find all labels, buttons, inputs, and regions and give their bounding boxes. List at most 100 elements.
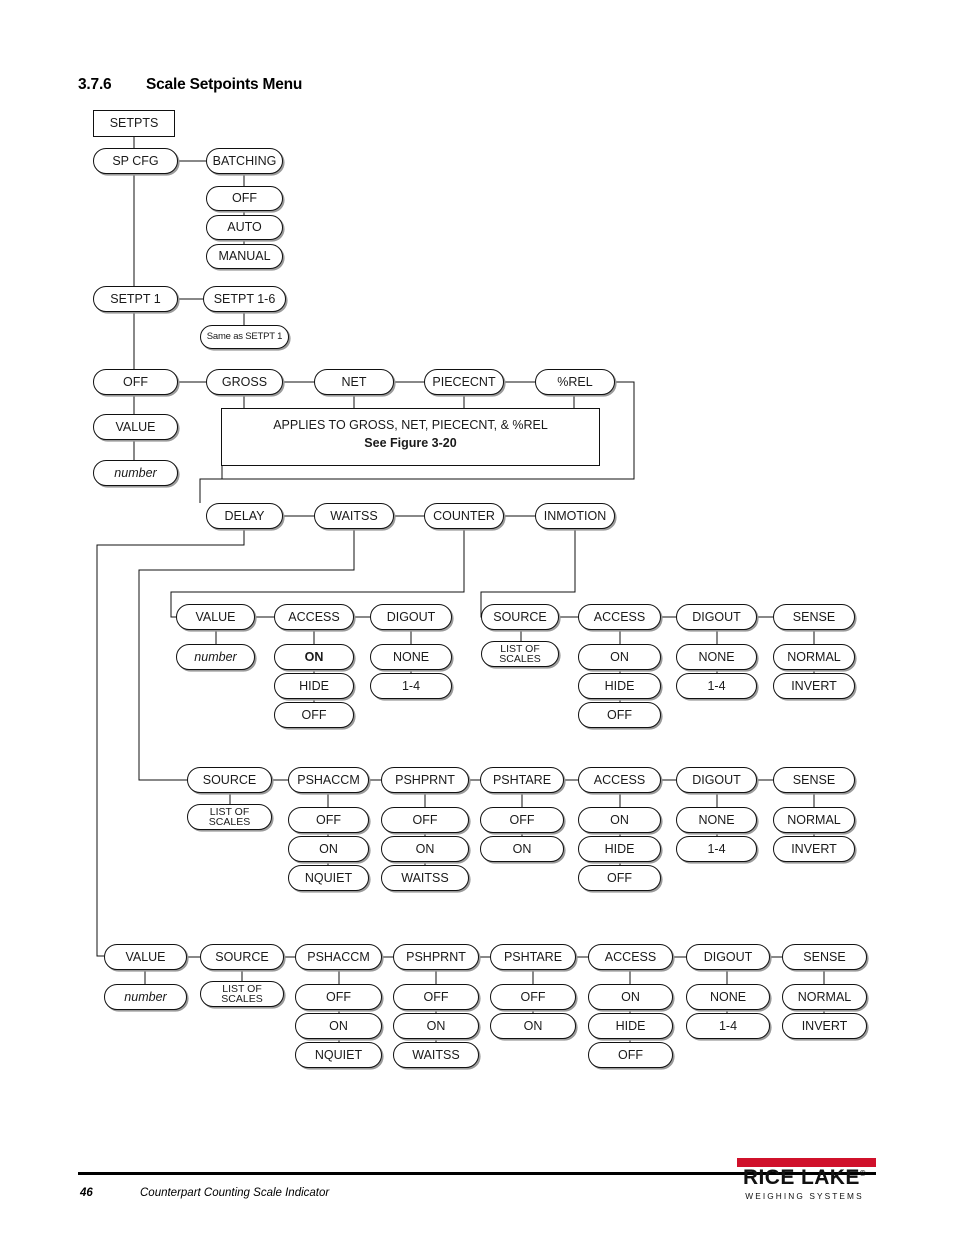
node-g4-pshprnt-off[interactable]: OFF xyxy=(393,984,479,1010)
node-g3-sense[interactable]: SENSE xyxy=(773,767,855,793)
page-canvas: 3.7.6 Scale Setpoints Menu SETPTS SP CFG… xyxy=(0,0,954,1235)
node-g4-pshaccm[interactable]: PSHACCM xyxy=(295,944,382,970)
node-delay[interactable]: DELAY xyxy=(206,503,283,529)
node-g4-pshaccm-on[interactable]: ON xyxy=(295,1013,382,1039)
node-g2-source[interactable]: SOURCE xyxy=(481,604,559,630)
node-g3-sense-normal[interactable]: NORMAL xyxy=(773,807,855,833)
node-g1-access[interactable]: ACCESS xyxy=(274,604,354,630)
node-g2-digout-none[interactable]: NONE xyxy=(676,644,757,670)
node-g4-pshprnt-on[interactable]: ON xyxy=(393,1013,479,1039)
node-g4-pshprnt-waitss[interactable]: WAITSS xyxy=(393,1042,479,1068)
node-g3-pshaccm-on[interactable]: ON xyxy=(288,836,369,862)
node-gross[interactable]: GROSS xyxy=(206,369,283,395)
node-g1-access-hide[interactable]: HIDE xyxy=(274,673,354,699)
node-g4-list-line-2: SCALES xyxy=(221,993,263,1005)
node-sp-cfg[interactable]: SP CFG xyxy=(93,148,178,174)
footer-document-title: Counterpart Counting Scale Indicator xyxy=(140,1187,330,1199)
applies-to-note: APPLIES TO GROSS, NET, PIECECNT, & %REL … xyxy=(221,408,600,466)
node-g4-pshaccm-off[interactable]: OFF xyxy=(295,984,382,1010)
node-g2-access-on[interactable]: ON xyxy=(578,644,661,670)
node-g3-pshtare-off[interactable]: OFF xyxy=(480,807,564,833)
node-setpt-1-6[interactable]: SETPT 1-6 xyxy=(203,286,286,312)
logo-registered-icon: ® xyxy=(859,1169,867,1178)
node-counter[interactable]: COUNTER xyxy=(424,503,504,529)
node-g4-sense-invert[interactable]: INVERT xyxy=(782,1013,867,1039)
node-g3-pshtare-on[interactable]: ON xyxy=(480,836,564,862)
node-g2-access-hide[interactable]: HIDE xyxy=(578,673,661,699)
node-g2-sense-invert[interactable]: INVERT xyxy=(773,673,855,699)
node-g4-pshprnt[interactable]: PSHPRNT xyxy=(393,944,479,970)
node-g3-access[interactable]: ACCESS xyxy=(578,767,661,793)
node-setpt-1[interactable]: SETPT 1 xyxy=(93,286,178,312)
node-g3-pshaccm[interactable]: PSHACCM xyxy=(288,767,369,793)
node-g1-access-on[interactable]: ON xyxy=(274,644,354,670)
node-g4-access-off[interactable]: OFF xyxy=(588,1042,673,1068)
node-g1-digout-none[interactable]: NONE xyxy=(370,644,452,670)
node-g4-digout-1-4[interactable]: 1-4 xyxy=(686,1013,770,1039)
node-g1-digout[interactable]: DIGOUT xyxy=(370,604,452,630)
node-g2-digout[interactable]: DIGOUT xyxy=(676,604,757,630)
node-g3-pshprnt[interactable]: PSHPRNT xyxy=(381,767,469,793)
node-inmotion[interactable]: INMOTION xyxy=(535,503,615,529)
node-batching-off[interactable]: OFF xyxy=(206,186,283,211)
node-g3-list-line-2: SCALES xyxy=(208,816,251,828)
node-g2-access[interactable]: ACCESS xyxy=(578,604,661,630)
node-off[interactable]: OFF xyxy=(93,369,178,395)
node-g4-pshtare-off[interactable]: OFF xyxy=(490,984,576,1010)
node-g2-sense[interactable]: SENSE xyxy=(773,604,855,630)
note-line-2: See Figure 3-20 xyxy=(364,436,457,450)
node-g4-digout-none[interactable]: NONE xyxy=(686,984,770,1010)
node-g2-digout-1-4[interactable]: 1-4 xyxy=(676,673,757,699)
node-waitss[interactable]: WAITSS xyxy=(314,503,394,529)
node-g4-pshaccm-nquiet[interactable]: NQUIET xyxy=(295,1042,382,1068)
node-number: number xyxy=(93,460,178,486)
node-g4-source[interactable]: SOURCE xyxy=(200,944,284,970)
node-g4-digout[interactable]: DIGOUT xyxy=(686,944,770,970)
node-batching-auto[interactable]: AUTO xyxy=(206,215,283,240)
node-g4-access-hide[interactable]: HIDE xyxy=(588,1013,673,1039)
node-g4-sense[interactable]: SENSE xyxy=(782,944,867,970)
node-g3-list-of-scales: LIST OF SCALES xyxy=(187,804,272,830)
node-g3-pshprnt-waitss[interactable]: WAITSS xyxy=(381,865,469,891)
node-g3-digout[interactable]: DIGOUT xyxy=(676,767,757,793)
node-g4-number: number xyxy=(104,984,187,1010)
logo-wordmark-text: RICE LAKE xyxy=(742,1166,860,1189)
node-g2-sense-normal[interactable]: NORMAL xyxy=(773,644,855,670)
node-value[interactable]: VALUE xyxy=(93,414,178,440)
node-g3-pshaccm-nquiet[interactable]: NQUIET xyxy=(288,865,369,891)
node-g3-pshtare[interactable]: PSHTARE xyxy=(480,767,564,793)
node-g1-value[interactable]: VALUE xyxy=(176,604,255,630)
logo-tagline: WEIGHING SYSTEMS xyxy=(745,1191,864,1201)
node-g3-pshprnt-off[interactable]: OFF xyxy=(381,807,469,833)
node-g4-sense-normal[interactable]: NORMAL xyxy=(782,984,867,1010)
footer-page-number: 46 xyxy=(80,1187,93,1199)
node-pct-rel[interactable]: %REL xyxy=(535,369,615,395)
node-g3-source[interactable]: SOURCE xyxy=(187,767,272,793)
node-g2-access-off[interactable]: OFF xyxy=(578,702,661,728)
logo-wordmark: RICE LAKE® xyxy=(733,1167,876,1188)
node-piececnt[interactable]: PIECECNT xyxy=(424,369,504,395)
node-same-as-setpt-1: Same as SETPT 1 xyxy=(200,325,289,349)
node-g3-sense-invert[interactable]: INVERT xyxy=(773,836,855,862)
node-g3-digout-1-4[interactable]: 1-4 xyxy=(676,836,757,862)
node-g3-access-hide[interactable]: HIDE xyxy=(578,836,661,862)
node-g4-pshtare-on[interactable]: ON xyxy=(490,1013,576,1039)
node-g4-access-on[interactable]: ON xyxy=(588,984,673,1010)
node-g4-access[interactable]: ACCESS xyxy=(588,944,673,970)
node-g3-pshprnt-on[interactable]: ON xyxy=(381,836,469,862)
node-g1-access-off[interactable]: OFF xyxy=(274,702,354,728)
node-g4-list-of-scales: LIST OF SCALES xyxy=(200,981,284,1007)
node-g4-pshtare[interactable]: PSHTARE xyxy=(490,944,576,970)
node-g3-access-off[interactable]: OFF xyxy=(578,865,661,891)
node-g3-access-on[interactable]: ON xyxy=(578,807,661,833)
node-setpts[interactable]: SETPTS xyxy=(93,110,175,137)
node-batching[interactable]: BATCHING xyxy=(206,148,283,174)
node-g3-pshaccm-off[interactable]: OFF xyxy=(288,807,369,833)
node-batching-manual[interactable]: MANUAL xyxy=(206,244,283,269)
node-g1-digout-1-4[interactable]: 1-4 xyxy=(370,673,452,699)
node-g4-value[interactable]: VALUE xyxy=(104,944,187,970)
node-g3-digout-none[interactable]: NONE xyxy=(676,807,757,833)
node-net[interactable]: NET xyxy=(314,369,394,395)
node-g2-list-of-scales: LIST OF SCALES xyxy=(481,641,559,667)
node-g1-number: number xyxy=(176,644,255,670)
